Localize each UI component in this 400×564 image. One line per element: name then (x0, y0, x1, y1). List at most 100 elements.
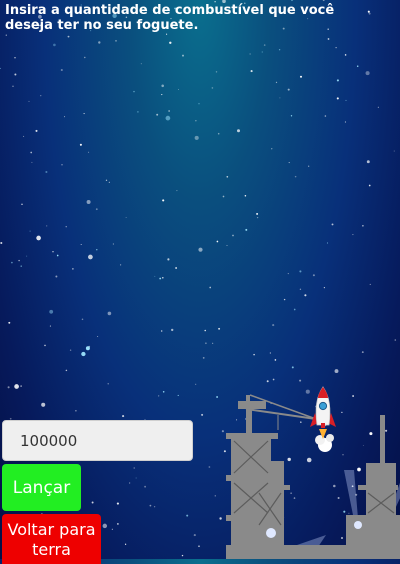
fuel-instruction-text: Insira a quantidade de combustível que v… (5, 3, 335, 33)
star (112, 243, 115, 245)
star (117, 523, 119, 525)
star (64, 116, 66, 118)
star (217, 132, 220, 135)
star (336, 97, 339, 100)
star (335, 46, 337, 49)
star (288, 162, 290, 164)
star (119, 264, 122, 266)
star (55, 275, 58, 278)
star (181, 554, 184, 557)
star (98, 41, 101, 44)
launch-tower (226, 433, 290, 559)
star (236, 129, 241, 133)
star (326, 242, 329, 244)
star (88, 254, 93, 260)
star (361, 351, 364, 353)
star (137, 111, 139, 113)
star (222, 195, 225, 198)
star (226, 245, 228, 247)
star (324, 115, 327, 117)
star (167, 258, 170, 261)
launch-button[interactable]: Lançar (2, 464, 81, 511)
star (52, 251, 54, 253)
star (61, 164, 63, 166)
star (140, 63, 142, 65)
star (266, 380, 269, 383)
star (133, 90, 135, 93)
star (169, 41, 172, 45)
star (193, 534, 196, 537)
star (67, 35, 70, 38)
star (198, 247, 203, 252)
star (11, 261, 13, 264)
star (293, 308, 296, 311)
star (111, 528, 113, 530)
star (26, 255, 28, 257)
star (30, 151, 33, 154)
star (356, 65, 359, 67)
star (205, 342, 207, 345)
star (214, 495, 216, 497)
star (97, 336, 99, 338)
star (195, 120, 197, 122)
star (18, 259, 20, 262)
star (366, 160, 370, 164)
star (218, 327, 221, 330)
star (299, 75, 303, 78)
star (194, 135, 199, 140)
star (162, 391, 165, 393)
star (20, 385, 22, 387)
star (290, 115, 293, 117)
star (208, 466, 211, 468)
star (7, 386, 10, 389)
star (331, 223, 334, 226)
star (156, 113, 159, 116)
star (40, 95, 42, 97)
star (135, 477, 137, 479)
star (253, 353, 255, 356)
star (158, 395, 160, 397)
star (221, 430, 224, 433)
star (12, 85, 14, 87)
star (69, 349, 72, 351)
star (0, 67, 1, 69)
star (171, 328, 174, 332)
star (29, 230, 31, 232)
star (291, 366, 294, 369)
star (327, 38, 330, 40)
star (287, 88, 290, 91)
star (41, 402, 46, 407)
star (8, 321, 11, 324)
star (219, 517, 222, 520)
star (322, 0, 325, 2)
star (269, 352, 271, 354)
star (144, 485, 146, 488)
star (162, 277, 164, 279)
rocket-icon (310, 386, 336, 452)
star (195, 383, 197, 385)
star (122, 415, 125, 418)
star (178, 89, 180, 91)
star (81, 351, 86, 357)
star (209, 286, 212, 289)
star (60, 68, 63, 72)
fuel-amount-input[interactable] (2, 420, 193, 461)
star (345, 99, 347, 101)
star (201, 413, 204, 416)
star (124, 543, 127, 545)
star (84, 56, 86, 59)
star (279, 97, 281, 99)
star (216, 240, 219, 243)
star (79, 143, 82, 146)
star (56, 254, 59, 257)
star (161, 330, 163, 332)
star (263, 44, 266, 46)
star (168, 110, 170, 112)
back-to-earth-button[interactable]: Voltar para terra (2, 514, 101, 564)
star (377, 106, 379, 108)
star (367, 10, 370, 13)
star (287, 273, 289, 275)
star (35, 129, 38, 132)
star (21, 203, 23, 205)
star (49, 325, 51, 327)
